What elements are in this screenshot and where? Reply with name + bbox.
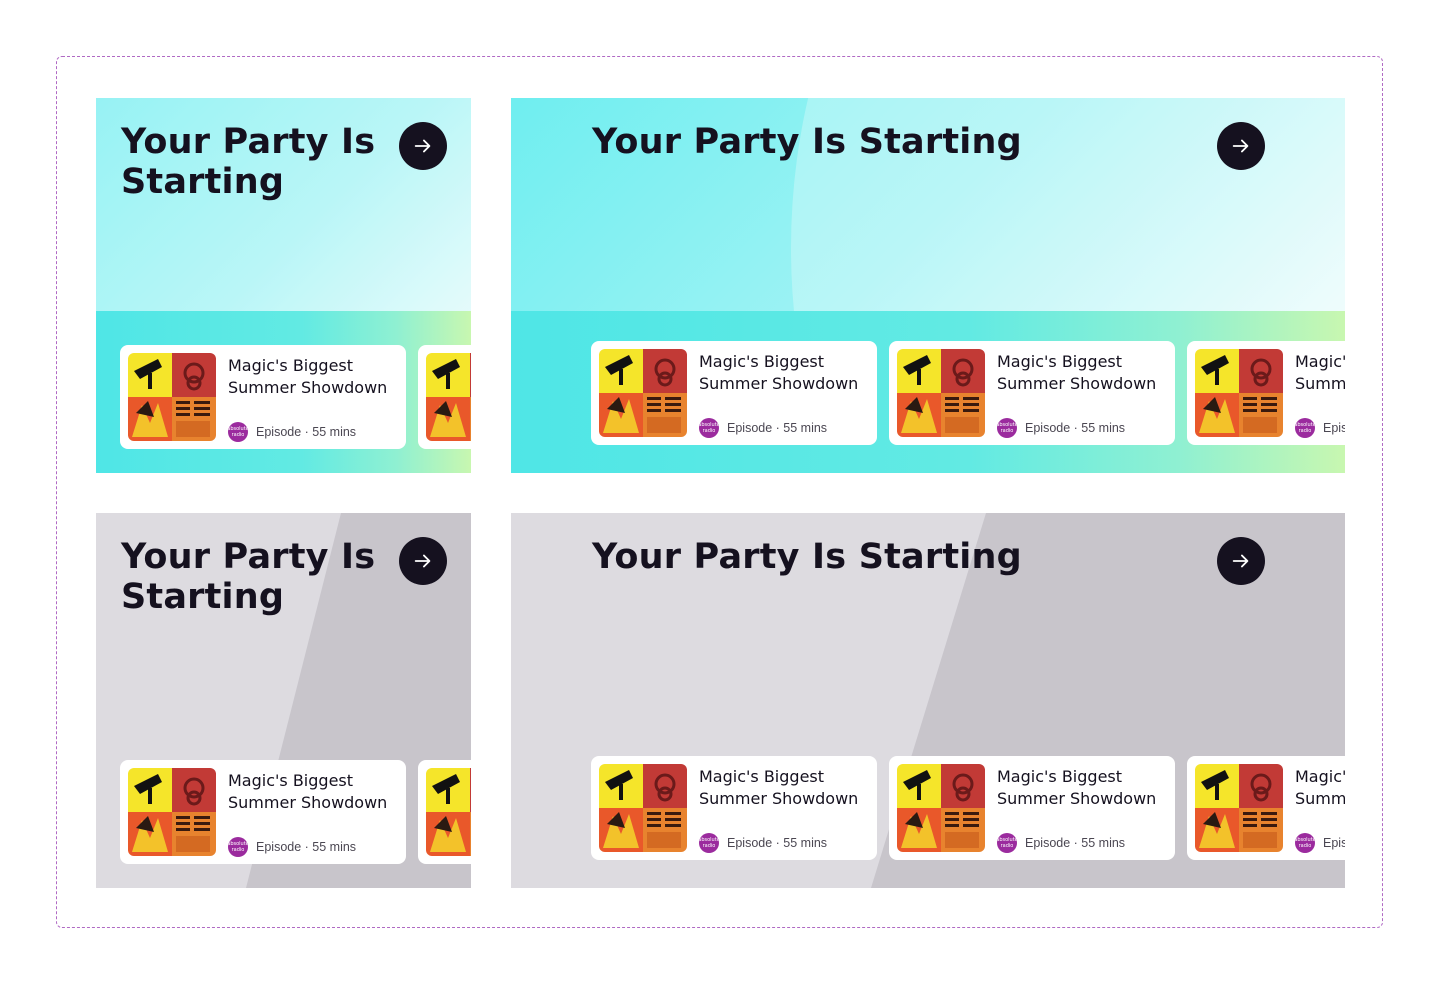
episode-meta: absolute radio Episode · 55 mins [699,418,827,438]
episode-artwork [897,764,985,852]
episode-artwork [897,349,985,437]
station-logo-badge: absolute radio [699,418,719,438]
panel-title: Your Party Is Starting [592,122,1022,162]
episode-title: Magic's BiggestSummer Showdown [699,352,859,393]
party-panel-teal-wide: Your Party Is Starting Magic's Biggest Su… [511,98,1345,473]
episode-card[interactable]: Magic's BiggestSummer Showdown absolute … [120,760,406,864]
episode-meta-text: Episode · 55 mins [1323,421,1345,435]
album-collage-image [897,349,985,437]
episode-meta: absolute radio Episode · 55 mins [699,833,827,853]
episode-card[interactable]: Magic's BiggestSummer Showdown absolute … [591,756,877,860]
episode-artwork [599,349,687,437]
episode-title: Magic's BiggestSummer Showdown [1295,352,1345,393]
episode-meta-text: Episode · 55 mins [256,425,357,439]
party-panel-grey-small: Your Party Is Starting Magic's Biggest Sum… [96,513,471,888]
episode-artwork [426,353,471,441]
episode-meta: absolute radio Episode · 55 mins [228,837,356,857]
episode-card[interactable]: Magic's BiggestSummer Showdown absolute … [889,341,1175,445]
arrow-button[interactable] [399,537,447,585]
episode-meta-text: Episode · 55 mins [1025,836,1126,850]
arrow-button[interactable] [399,122,447,170]
album-collage-image [426,768,471,856]
station-logo-badge: absolute radio [228,837,248,857]
station-logo-badge: absolute radio [1295,418,1315,438]
episode-card[interactable]: Magic's BiggestSummer Showdown absolute … [1187,341,1345,445]
album-collage-image [599,764,687,852]
episode-meta-text: Episode · 55 mins [727,421,828,435]
album-collage-image [128,768,216,856]
episode-card[interactable]: Magic's BiggestSummer Showdown absolute … [591,341,877,445]
panel-title: Your Party Is Starting [121,122,376,202]
episode-meta-text: Episode · 55 mins [727,836,828,850]
album-collage-image [599,349,687,437]
episode-title: Magic's BiggestSummer Showdown [699,767,859,808]
episode-meta: absolute radio Episode · 55 mins [228,422,356,442]
episode-artwork [1195,764,1283,852]
arrow-button[interactable] [1217,537,1265,585]
episode-card[interactable]: Magic's BiggestSummer Showdown absolute … [889,756,1175,860]
arrow-right-icon [414,139,431,153]
album-collage-image [426,353,471,441]
episode-meta-text: Episode · 55 mins [256,840,357,854]
station-logo-badge: absolute radio [228,422,248,442]
episode-artwork [128,768,216,856]
episode-card[interactable]: Magic's BiggestSummer Showdown absolute … [120,345,406,449]
episode-meta-text: Episode · 55 mins [1323,836,1345,850]
party-panel-teal-small: Your Party Is Starting Magic's Biggest Sum… [96,98,471,473]
station-logo-badge: absolute radio [997,833,1017,853]
episode-meta: absolute radio Episode · 55 mins [1295,833,1345,853]
album-collage-image [1195,764,1283,852]
episode-meta: absolute radio Episode · 55 mins [997,418,1125,438]
episode-card[interactable]: Magic's BiggestSummer Showdown absolute … [418,345,471,449]
panel-title: Your Party Is Starting [121,537,376,617]
arrow-right-icon [1232,139,1249,153]
episode-artwork [1195,349,1283,437]
station-logo-badge: absolute radio [1295,833,1315,853]
arrow-button[interactable] [1217,122,1265,170]
album-collage-image [897,764,985,852]
episode-title: Magic's BiggestSummer Showdown [997,352,1157,393]
episode-meta: absolute radio Episode · 55 mins [1295,418,1345,438]
episode-title: Magic's BiggestSummer Showdown [228,771,388,812]
station-logo-badge: absolute radio [997,418,1017,438]
episode-title: Magic's BiggestSummer Showdown [228,356,388,397]
arrow-right-icon [414,554,431,568]
album-collage-image [1195,349,1283,437]
panel-title: Your Party Is Starting [592,537,1022,577]
party-panel-grey-wide: Your Party Is Starting Magic's Biggest Su… [511,513,1345,888]
episode-artwork [426,768,471,856]
episode-card[interactable]: Magic's BiggestSummer Showdown absolute … [1187,756,1345,860]
arrow-right-icon [1232,554,1249,568]
episode-artwork [599,764,687,852]
episode-title: Magic's BiggestSummer Showdown [1295,767,1345,808]
episode-title: Magic's BiggestSummer Showdown [997,767,1157,808]
episode-card[interactable]: Magic's BiggestSummer Showdown absolute … [418,760,471,864]
episode-meta-text: Episode · 55 mins [1025,421,1126,435]
album-collage-image [128,353,216,441]
episode-artwork [128,353,216,441]
episode-meta: absolute radio Episode · 55 mins [997,833,1125,853]
station-logo-badge: absolute radio [699,833,719,853]
